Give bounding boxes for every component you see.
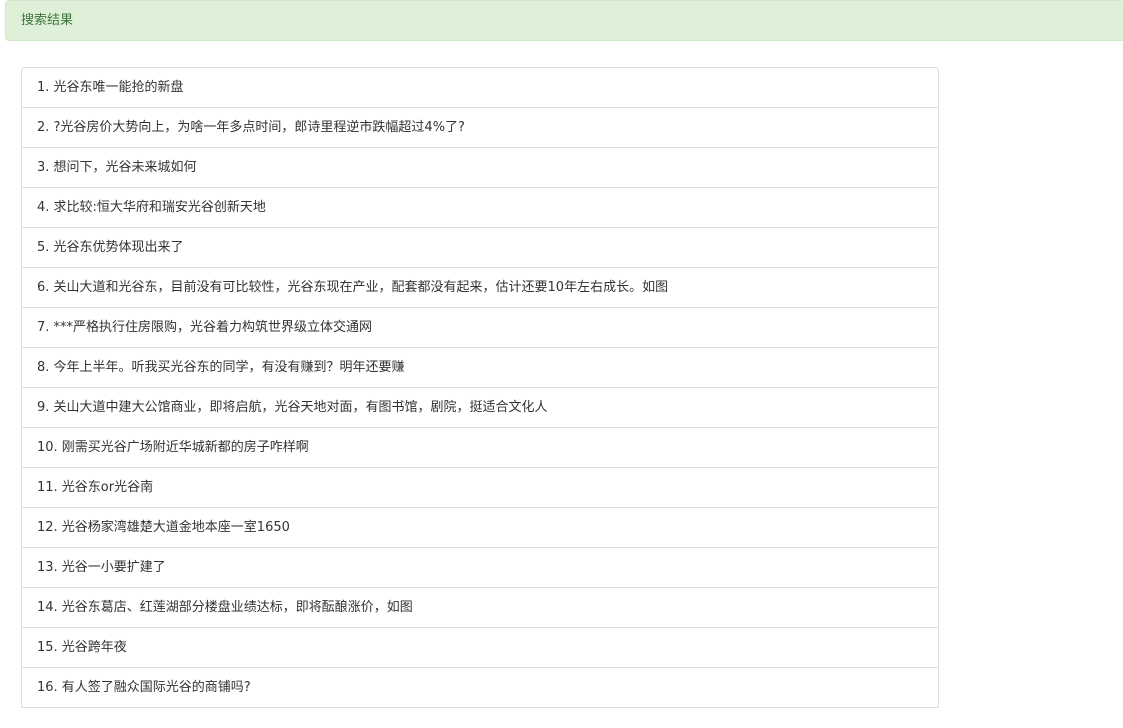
search-results-page: 搜索结果 1. 光谷东唯一能抢的新盘 2. ?光谷房价大势向上，为啥一年多点时间… xyxy=(0,0,1123,728)
list-item[interactable]: 6. 关山大道和光谷东，目前没有可比较性，光谷东现在产业，配套都没有起来，估计还… xyxy=(21,267,939,308)
list-item[interactable]: 15. 光谷跨年夜 xyxy=(21,627,939,668)
result-link[interactable]: 7. ***严格执行住房限购，光谷着力构筑世界级立体交通网 xyxy=(37,320,372,335)
list-item[interactable]: 5. 光谷东优势体现出来了 xyxy=(21,227,939,268)
list-item[interactable]: 1. 光谷东唯一能抢的新盘 xyxy=(21,67,939,108)
list-item[interactable]: 7. ***严格执行住房限购，光谷着力构筑世界级立体交通网 xyxy=(21,307,939,348)
list-item[interactable]: 16. 有人签了融众国际光谷的商铺吗? xyxy=(21,667,939,708)
result-link[interactable]: 8. 今年上半年。听我买光谷东的同学，有没有赚到？明年还要赚 xyxy=(37,360,405,375)
result-link[interactable]: 11. 光谷东or光谷南 xyxy=(37,480,153,495)
search-results-header: 搜索结果 xyxy=(5,0,1123,41)
search-results-list: 1. 光谷东唯一能抢的新盘 2. ?光谷房价大势向上，为啥一年多点时间，郎诗里程… xyxy=(21,67,939,708)
list-item[interactable]: 2. ?光谷房价大势向上，为啥一年多点时间，郎诗里程逆市跌幅超过4%了? xyxy=(21,107,939,148)
list-item[interactable]: 8. 今年上半年。听我买光谷东的同学，有没有赚到？明年还要赚 xyxy=(21,347,939,388)
list-item[interactable]: 12. 光谷杨家湾雄楚大道金地本座一室1650 xyxy=(21,507,939,548)
result-link[interactable]: 12. 光谷杨家湾雄楚大道金地本座一室1650 xyxy=(37,520,290,535)
list-item[interactable]: 3. 想问下，光谷未来城如何 xyxy=(21,147,939,188)
result-link[interactable]: 13. 光谷一小要扩建了 xyxy=(37,560,166,575)
result-link[interactable]: 15. 光谷跨年夜 xyxy=(37,640,127,655)
list-item[interactable]: 10. 刚需买光谷广场附近华城新都的房子咋样啊 xyxy=(21,427,939,468)
result-link[interactable]: 5. 光谷东优势体现出来了 xyxy=(37,240,184,255)
result-link[interactable]: 6. 关山大道和光谷东，目前没有可比较性，光谷东现在产业，配套都没有起来，估计还… xyxy=(37,280,668,295)
list-item[interactable]: 9. 关山大道中建大公馆商业，即将启航，光谷天地对面，有图书馆，剧院，挺适合文化… xyxy=(21,387,939,428)
list-item[interactable]: 14. 光谷东葛店、红莲湖部分楼盘业绩达标，即将酝酿涨价，如图 xyxy=(21,587,939,628)
result-link[interactable]: 9. 关山大道中建大公馆商业，即将启航，光谷天地对面，有图书馆，剧院，挺适合文化… xyxy=(37,400,548,415)
list-item[interactable]: 13. 光谷一小要扩建了 xyxy=(21,547,939,588)
result-link[interactable]: 14. 光谷东葛店、红莲湖部分楼盘业绩达标，即将酝酿涨价，如图 xyxy=(37,600,413,615)
result-link[interactable]: 4. 求比较:恒大华府和瑞安光谷创新天地 xyxy=(37,200,266,215)
search-results-title: 搜索结果 xyxy=(21,13,74,28)
list-item[interactable]: 4. 求比较:恒大华府和瑞安光谷创新天地 xyxy=(21,187,939,228)
result-link[interactable]: 2. ?光谷房价大势向上，为啥一年多点时间，郎诗里程逆市跌幅超过4%了? xyxy=(37,120,465,135)
result-link[interactable]: 1. 光谷东唯一能抢的新盘 xyxy=(37,80,184,95)
result-link[interactable]: 10. 刚需买光谷广场附近华城新都的房子咋样啊 xyxy=(37,440,309,455)
result-link[interactable]: 3. 想问下，光谷未来城如何 xyxy=(37,160,197,175)
list-item[interactable]: 11. 光谷东or光谷南 xyxy=(21,467,939,508)
result-link[interactable]: 16. 有人签了融众国际光谷的商铺吗? xyxy=(37,680,251,695)
